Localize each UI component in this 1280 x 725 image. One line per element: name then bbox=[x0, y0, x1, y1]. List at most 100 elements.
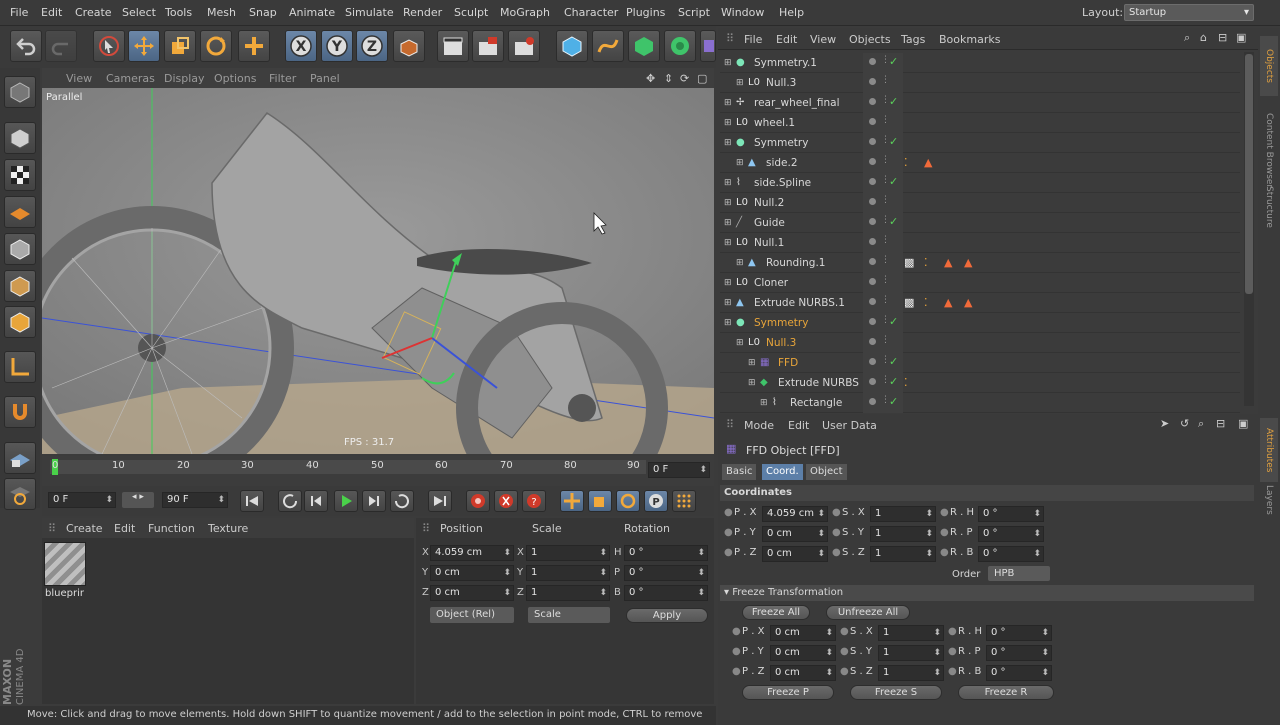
visibility-dot-icon[interactable] bbox=[869, 298, 876, 305]
object-row[interactable]: ⊞ ● Symmetry ⋮ ✓ bbox=[720, 133, 1240, 153]
spline-button[interactable] bbox=[592, 30, 624, 62]
y-axis-button[interactable]: Y bbox=[321, 30, 353, 62]
om-menu-edit[interactable]: Edit bbox=[776, 33, 797, 46]
visibility-dot-icon[interactable] bbox=[869, 378, 876, 385]
cube-object-button[interactable] bbox=[556, 30, 588, 62]
scale-z-field[interactable]: 1 bbox=[526, 585, 610, 601]
position-y-field[interactable]: 0 cm bbox=[430, 565, 514, 581]
x-axis-button[interactable]: X bbox=[285, 30, 317, 62]
animate-dot-icon[interactable]: ● bbox=[840, 646, 849, 657]
enabled-check-icon[interactable]: ✓ bbox=[889, 135, 898, 148]
redo-button[interactable] bbox=[45, 30, 77, 62]
rotation-b-field[interactable]: 0 ° bbox=[624, 585, 708, 601]
freeze-p-button[interactable]: Freeze P bbox=[742, 685, 834, 700]
object-name-cell[interactable]: ⊞ L0 Null.3 bbox=[720, 73, 862, 93]
expand-toggle-icon[interactable]: ⊞ bbox=[724, 133, 732, 153]
menu-create[interactable]: Create bbox=[75, 6, 112, 19]
object-name-cell[interactable]: ⊞ L0 wheel.1 bbox=[720, 113, 862, 133]
render-dot-icon[interactable]: ⋮ bbox=[881, 195, 890, 205]
animate-dot-icon[interactable]: ● bbox=[832, 547, 841, 558]
coord-value-field[interactable]: 1 bbox=[878, 665, 944, 681]
render-dot-icon[interactable]: ⋮ bbox=[881, 335, 890, 345]
scale-y-field[interactable]: 1 bbox=[526, 565, 610, 581]
frame-stepper[interactable]: ◂ ▸ bbox=[122, 492, 154, 508]
animate-dot-icon[interactable]: ● bbox=[732, 646, 741, 657]
object-name-cell[interactable]: ⊞ ⌇ side.Spline bbox=[720, 173, 862, 193]
object-name-cell[interactable]: ⊞ ╱ Guide bbox=[720, 213, 862, 233]
apply-button[interactable]: Apply bbox=[626, 608, 708, 623]
tab-coord[interactable]: Coord. bbox=[762, 464, 803, 480]
visibility-dot-icon[interactable] bbox=[869, 78, 876, 85]
visibility-dot-icon[interactable] bbox=[869, 338, 876, 345]
freeze-r-button[interactable]: Freeze R bbox=[958, 685, 1054, 700]
object-name-cell[interactable]: ⊞ ◆ Extrude NURBS bbox=[720, 373, 862, 393]
start-frame-field[interactable]: 0 F bbox=[48, 492, 116, 508]
menu-simulate[interactable]: Simulate bbox=[345, 6, 394, 19]
move-tool-button[interactable] bbox=[128, 30, 160, 62]
expand-toggle-icon[interactable]: ⊞ bbox=[736, 253, 744, 273]
expand-toggle-icon[interactable]: ⊞ bbox=[724, 53, 732, 73]
phong-tag-icon[interactable]: ▲ bbox=[944, 296, 952, 309]
record-button[interactable] bbox=[466, 490, 490, 512]
render-settings-button[interactable] bbox=[508, 30, 540, 62]
material-swatch[interactable] bbox=[44, 542, 86, 586]
viewport-menu-panel[interactable]: Panel bbox=[310, 72, 340, 85]
render-dot-icon[interactable]: ⋮ bbox=[881, 115, 890, 125]
object-row[interactable]: ⊞ ⌇ side.Spline ⋮ ✓ bbox=[720, 173, 1240, 193]
menu-animate[interactable]: Animate bbox=[289, 6, 335, 19]
planar-workplane-button[interactable] bbox=[4, 478, 36, 510]
maximize-icon[interactable]: ▣ bbox=[1236, 31, 1246, 44]
attr-menu-mode[interactable]: Mode bbox=[744, 419, 774, 432]
snapping-button[interactable] bbox=[4, 396, 36, 428]
visibility-cell[interactable]: ⋮ ✓ bbox=[863, 93, 903, 113]
render-dot-icon[interactable]: ⋮ bbox=[881, 75, 890, 85]
visibility-cell[interactable]: ⋮ bbox=[863, 113, 903, 133]
visibility-dot-icon[interactable] bbox=[869, 278, 876, 285]
object-row[interactable]: ⊞ ▲ side.2 ⋮ ⁚ ▲ bbox=[720, 153, 1240, 173]
visibility-cell[interactable]: ⋮ bbox=[863, 253, 903, 273]
viewport-rotate-icon[interactable]: ⟳ bbox=[680, 72, 689, 85]
visibility-dot-icon[interactable] bbox=[869, 318, 876, 325]
coord-value-field[interactable]: 1 bbox=[870, 526, 936, 542]
animate-dot-icon[interactable]: ● bbox=[948, 626, 957, 637]
object-row[interactable]: ⊞ L0 Null.3 ⋮ bbox=[720, 73, 1240, 93]
material-name[interactable]: blueprir bbox=[45, 588, 84, 599]
end-frame-field[interactable]: 90 F bbox=[162, 492, 228, 508]
timeline-ruler[interactable]: 0 10 20 30 40 50 60 70 80 90 0 F bbox=[42, 456, 714, 486]
object-row[interactable]: ⊞ ● Symmetry ⋮ ✓ bbox=[720, 313, 1240, 333]
visibility-dot-icon[interactable] bbox=[869, 158, 876, 165]
animate-dot-icon[interactable]: ● bbox=[948, 666, 957, 677]
scale-tool-button[interactable] bbox=[164, 30, 196, 62]
render-dot-icon[interactable]: ⋮ bbox=[881, 295, 890, 305]
freeze-s-button[interactable]: Freeze S bbox=[850, 685, 942, 700]
menu-mesh[interactable]: Mesh bbox=[207, 6, 236, 19]
enabled-check-icon[interactable]: ✓ bbox=[889, 175, 898, 188]
object-name-cell[interactable]: ⊞ ● Symmetry bbox=[720, 133, 862, 153]
object-row[interactable]: ⊞ ⌇ Rectangle ⋮ ✓ bbox=[720, 393, 1240, 413]
layout-select[interactable]: Startup bbox=[1124, 4, 1254, 21]
undo-button[interactable] bbox=[10, 30, 42, 62]
3d-viewport[interactable]: Parallel FPS : 31.7 bbox=[42, 88, 714, 454]
previous-key-button[interactable] bbox=[278, 490, 302, 512]
visibility-dot-icon[interactable] bbox=[869, 58, 876, 65]
coord-value-field[interactable]: 0 cm bbox=[770, 625, 836, 641]
visibility-dot-icon[interactable] bbox=[869, 258, 876, 265]
visibility-cell[interactable]: ⋮ bbox=[863, 233, 903, 253]
timeline-track[interactable] bbox=[50, 460, 646, 474]
phong-tag-icon[interactable]: ▲ bbox=[924, 156, 932, 169]
visibility-dot-icon[interactable] bbox=[869, 398, 876, 405]
animate-dot-icon[interactable]: ● bbox=[724, 547, 733, 558]
selection-tag-icon[interactable]: ⁚ bbox=[904, 376, 908, 389]
coord-value-field[interactable]: 1 bbox=[878, 645, 944, 661]
viewport-zoom-icon[interactable]: ⇕ bbox=[664, 72, 673, 85]
object-row[interactable]: ⊞ ▦ FFD ⋮ ✓ bbox=[720, 353, 1240, 373]
object-name-cell[interactable]: ⊞ L0 Null.2 bbox=[720, 193, 862, 213]
array-button[interactable] bbox=[664, 30, 696, 62]
enabled-check-icon[interactable]: ✓ bbox=[889, 375, 898, 388]
visibility-cell[interactable]: ⋮ ✓ bbox=[863, 373, 903, 393]
coord-value-field[interactable]: 1 bbox=[878, 625, 944, 641]
coord-value-field[interactable]: 0 cm bbox=[770, 665, 836, 681]
previous-frame-button[interactable] bbox=[304, 490, 328, 512]
selection-tag-icon[interactable]: ⁚ bbox=[904, 156, 908, 169]
visibility-cell[interactable]: ⋮ ✓ bbox=[863, 393, 903, 413]
